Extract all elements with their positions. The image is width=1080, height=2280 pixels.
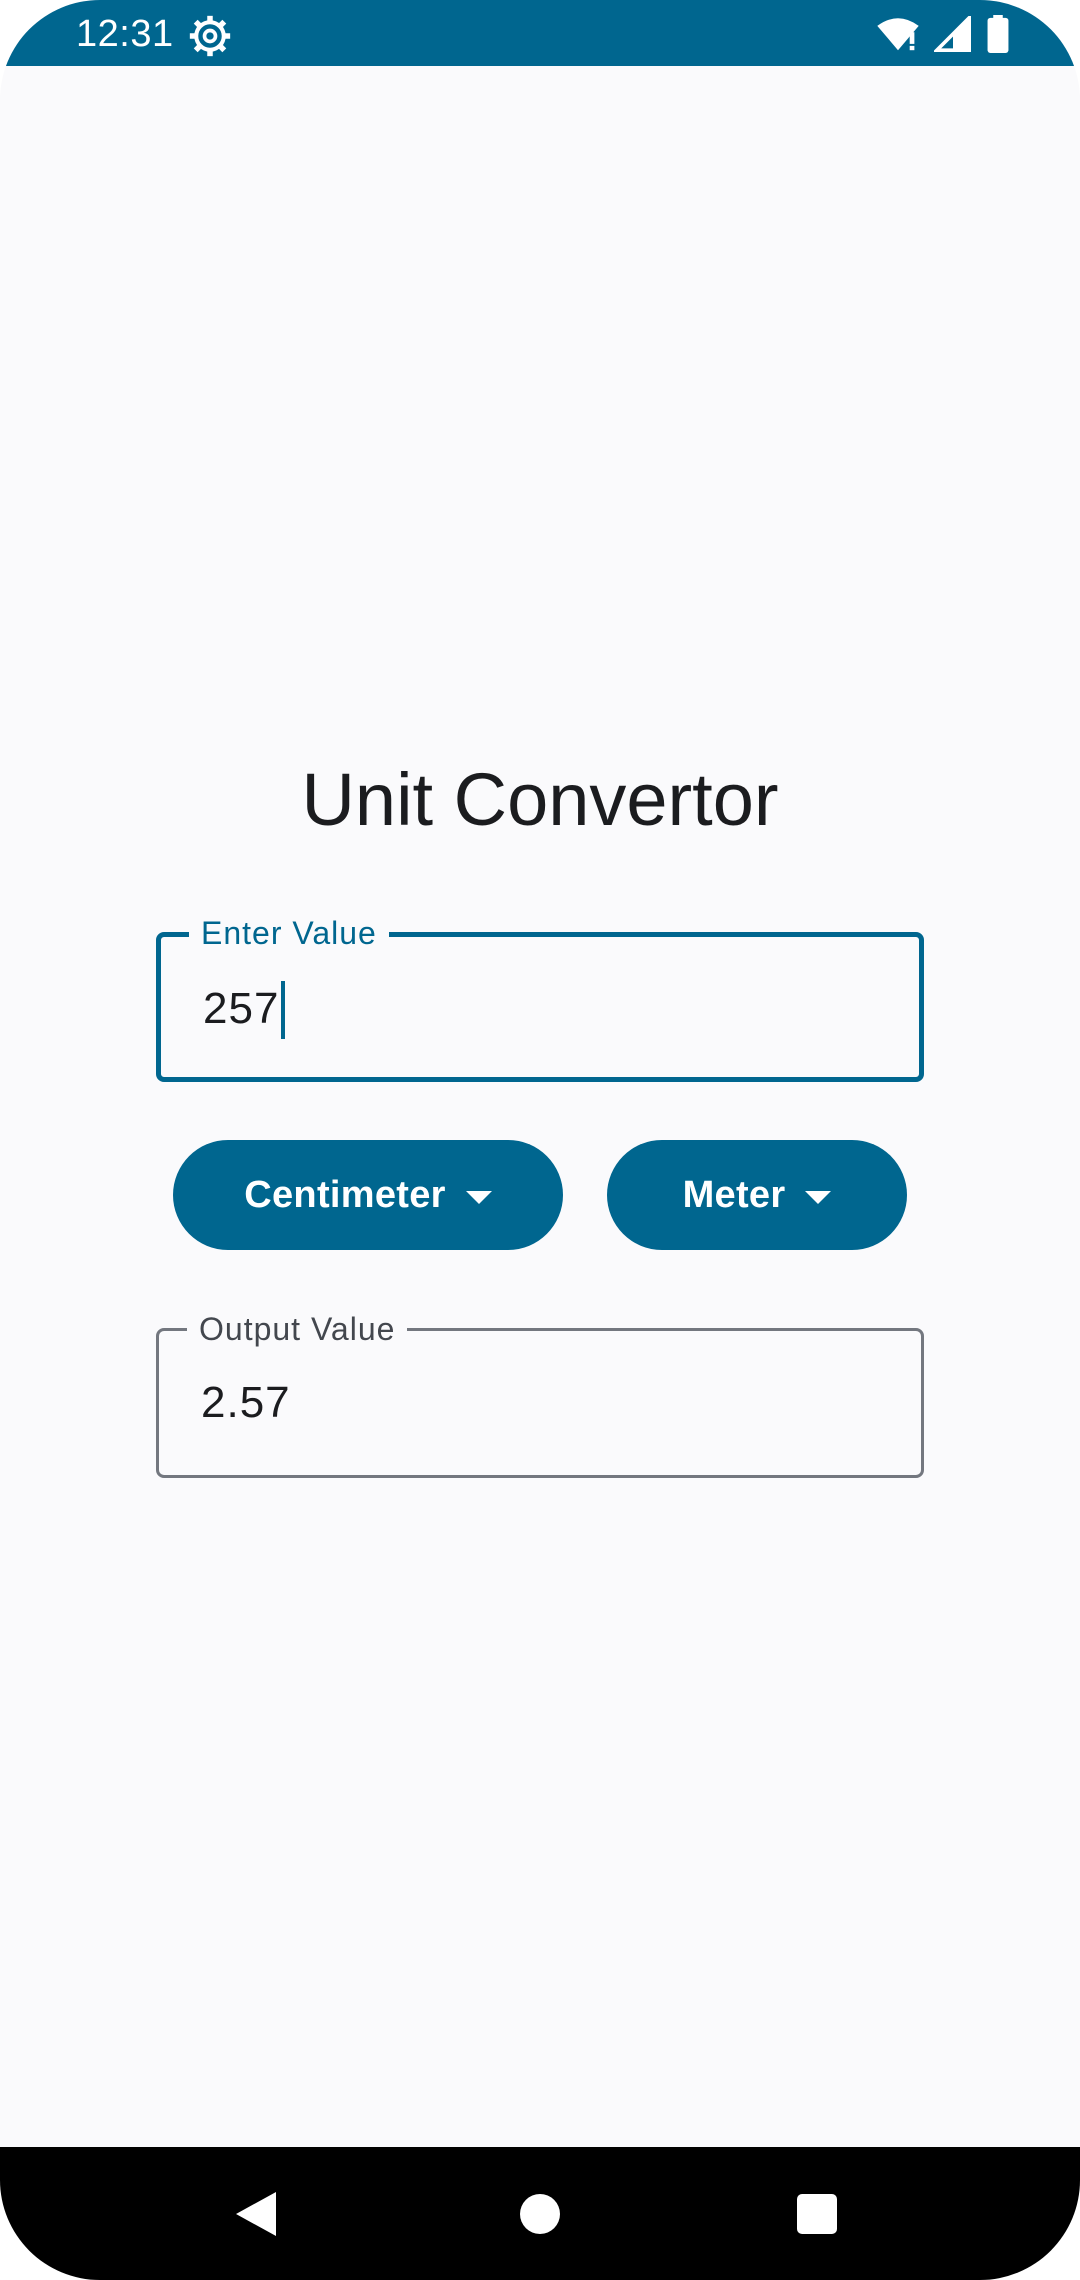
recents-icon[interactable] xyxy=(797,2194,837,2234)
output-value-label: Output Value xyxy=(187,1309,408,1349)
app-title: Unit Convertor xyxy=(301,758,779,841)
battery-icon xyxy=(987,15,1009,53)
output-value-field[interactable]: Output Value 2.57 xyxy=(156,1309,924,1478)
navigation-bar xyxy=(0,2147,1080,2280)
to-unit-label: Meter xyxy=(682,1173,786,1216)
home-icon[interactable] xyxy=(520,2194,560,2234)
settings-gear-icon xyxy=(189,15,231,57)
wifi-icon xyxy=(877,18,919,51)
status-time: 12:31 xyxy=(76,13,174,55)
status-icons xyxy=(876,14,1010,54)
to-unit-dropdown-button[interactable]: Meter xyxy=(607,1140,907,1250)
back-icon[interactable] xyxy=(236,2192,276,2236)
enter-value-field[interactable]: Enter Value 257 xyxy=(156,913,924,1082)
chevron-down-icon xyxy=(465,1190,492,1204)
text-cursor xyxy=(281,981,286,1039)
app-screen: 12:31 Unit Convertor Enter Value 257 Cen… xyxy=(0,0,1080,2280)
output-value-text: 2.57 xyxy=(201,1378,291,1427)
enter-value-input[interactable]: 257 xyxy=(203,981,286,1039)
enter-value-text: 257 xyxy=(203,984,280,1033)
from-unit-label: Centimeter xyxy=(244,1173,446,1216)
signal-icon xyxy=(934,16,971,52)
status-bar: 12:31 xyxy=(0,0,1080,66)
from-unit-dropdown-button[interactable]: Centimeter xyxy=(173,1140,563,1250)
chevron-down-icon xyxy=(805,1190,832,1204)
enter-value-label: Enter Value xyxy=(189,913,389,953)
